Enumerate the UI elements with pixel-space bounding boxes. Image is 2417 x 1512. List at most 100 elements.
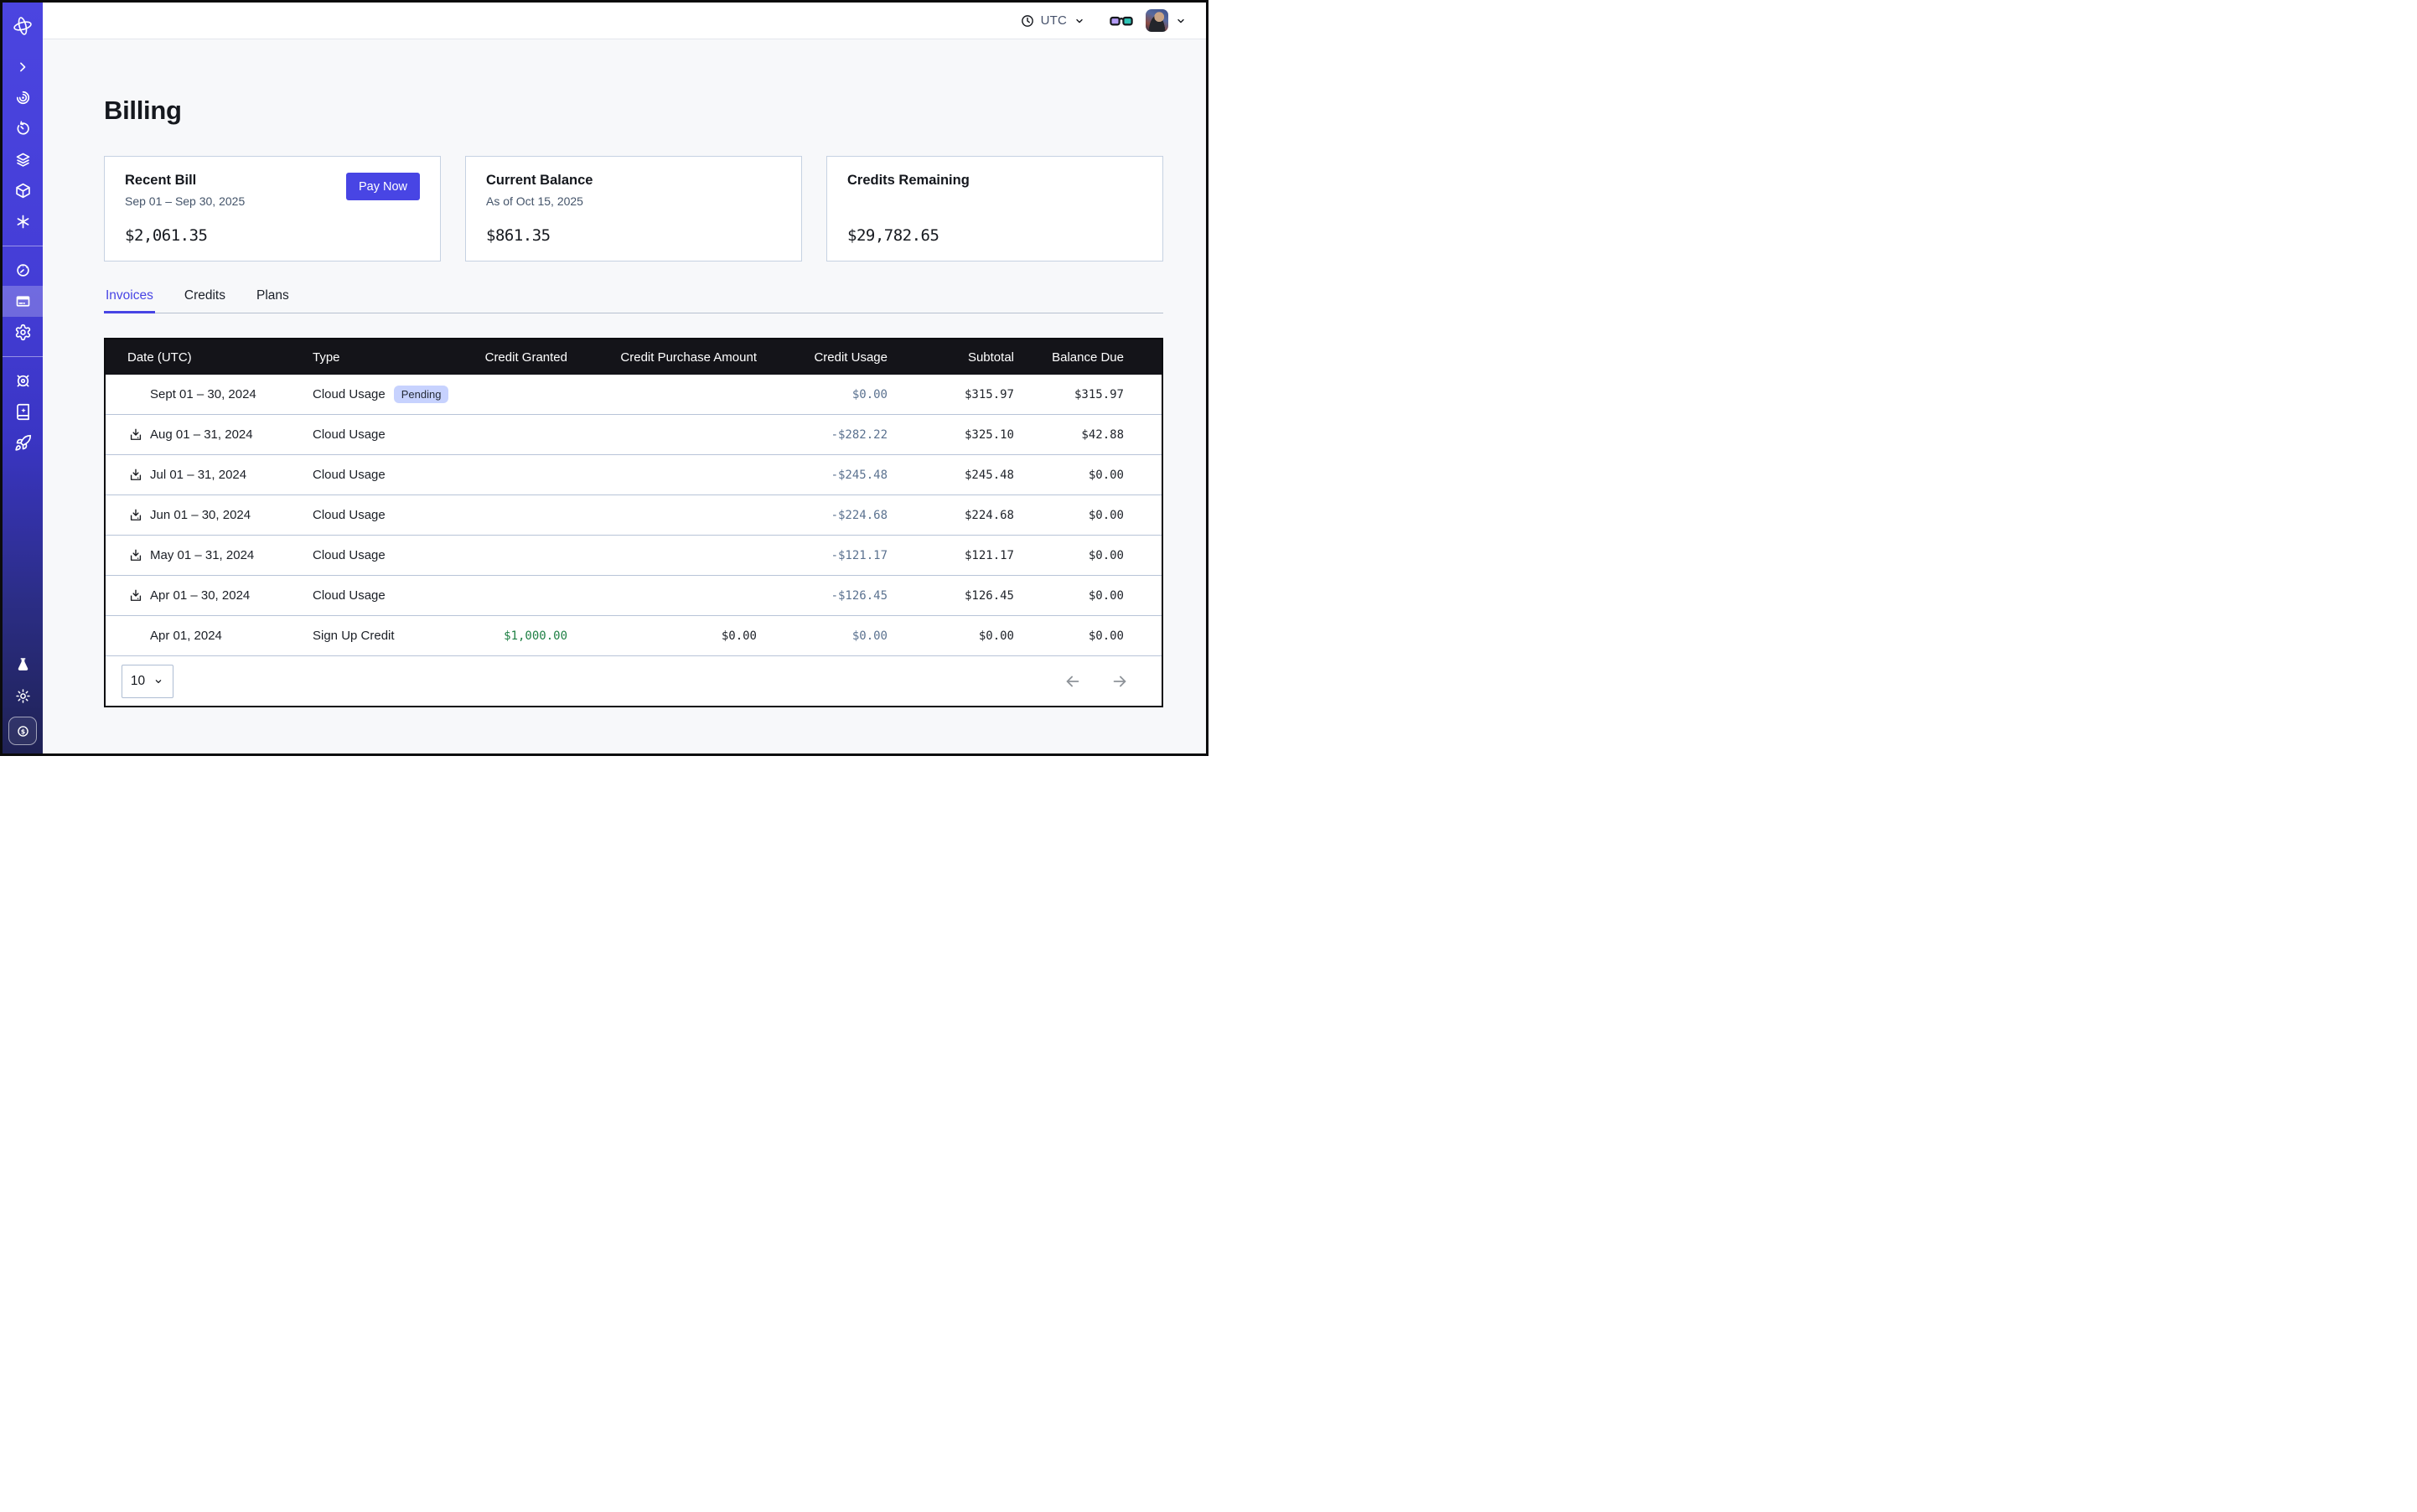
previous-page-button[interactable] xyxy=(1064,672,1082,691)
invoice-date: May 01 – 31, 2024 xyxy=(150,548,254,562)
gauge-icon[interactable] xyxy=(3,255,43,286)
credit-usage-value: $0.00 xyxy=(757,388,888,401)
column-header-balance-due: Balance Due xyxy=(1014,350,1124,365)
next-page-button[interactable] xyxy=(1110,672,1129,691)
column-header-date: Date (UTC) xyxy=(106,350,313,365)
download-invoice-button[interactable] xyxy=(127,427,143,443)
credit-usage-value: -$126.45 xyxy=(757,589,888,603)
balance-due-value: $0.00 xyxy=(1014,629,1124,643)
balance-due-value: $42.88 xyxy=(1014,428,1124,442)
table-row: Jun 01 – 30, 2024 Cloud Usage -$224.68 $… xyxy=(106,495,1162,536)
orbit-logo-icon[interactable] xyxy=(3,8,43,44)
gear-icon[interactable] xyxy=(3,317,43,348)
invoice-date: Jul 01 – 31, 2024 xyxy=(150,468,246,482)
credit-granted-value: $1,000.00 xyxy=(484,629,567,643)
subtotal-value: $315.97 xyxy=(888,388,1014,401)
chevron-right-icon[interactable] xyxy=(3,51,43,82)
current-balance-amount: $861.35 xyxy=(486,226,781,245)
timezone-label: UTC xyxy=(1041,13,1067,28)
table-row: May 01 – 31, 2024 Cloud Usage -$121.17 $… xyxy=(106,536,1162,576)
balance-due-value: $0.00 xyxy=(1014,549,1124,562)
credit-usage-value: -$282.22 xyxy=(757,428,888,442)
recent-bill-amount: $2,061.35 xyxy=(125,226,420,245)
download-invoice-button[interactable] xyxy=(127,467,143,483)
subtotal-value: $224.68 xyxy=(888,509,1014,522)
download-invoice-button[interactable] xyxy=(127,588,143,603)
app-window: $ UTC Billin xyxy=(0,0,1208,756)
recent-bill-card: Recent Bill Sep 01 – Sep 30, 2025 $2,061… xyxy=(104,156,441,261)
table-row: Apr 01 – 30, 2024 Cloud Usage -$126.45 $… xyxy=(106,576,1162,616)
invoice-type: Sign Up Credit xyxy=(313,629,395,643)
subtotal-value: $325.10 xyxy=(888,428,1014,442)
invoice-type: Cloud Usage xyxy=(313,548,386,562)
tab-credits[interactable]: Credits xyxy=(183,288,227,313)
table-footer: 10 xyxy=(106,656,1162,706)
helm-wheel-icon[interactable] xyxy=(3,365,43,396)
layers-icon[interactable] xyxy=(3,144,43,175)
tab-strip: Invoices Credits Plans xyxy=(104,288,1163,313)
sidebar-item-billing[interactable] xyxy=(3,286,43,317)
invoice-type: Cloud Usage xyxy=(313,588,386,603)
table-row: Aug 01 – 31, 2024 Cloud Usage -$282.22 $… xyxy=(106,415,1162,455)
download-invoice-button[interactable] xyxy=(127,507,143,523)
card-title: Current Balance xyxy=(486,173,781,189)
subtotal-value: $0.00 xyxy=(888,629,1014,643)
card-title: Credits Remaining xyxy=(847,173,1142,189)
table-header: Date (UTC) Type Credit Granted Credit Pu… xyxy=(106,339,1162,375)
column-header-type: Type xyxy=(313,350,484,365)
summary-cards: Recent Bill Sep 01 – Sep 30, 2025 $2,061… xyxy=(104,156,1163,261)
dollar-badge-icon[interactable]: $ xyxy=(8,717,37,745)
table-body: Sept 01 – 30, 2024 Cloud Usage Pending $… xyxy=(106,375,1162,656)
topbar: UTC xyxy=(43,3,1206,39)
column-header-credit-usage: Credit Usage xyxy=(757,350,888,365)
invoice-date: Apr 01 – 30, 2024 xyxy=(150,588,250,603)
balance-due-value: $0.00 xyxy=(1014,509,1124,522)
rocket-icon[interactable] xyxy=(3,427,43,458)
table-row: Jul 01 – 31, 2024 Cloud Usage -$245.48 $… xyxy=(106,455,1162,495)
download-invoice-button[interactable] xyxy=(127,547,143,563)
avatar[interactable] xyxy=(1146,9,1168,32)
spiral-eye-icon[interactable] xyxy=(3,82,43,113)
status-badge: Pending xyxy=(394,386,449,403)
credit-usage-value: -$245.48 xyxy=(757,469,888,482)
credit-purchase-value: $0.00 xyxy=(567,629,757,643)
card-subtitle xyxy=(847,194,1142,209)
glasses-icon[interactable] xyxy=(1110,13,1133,29)
sun-icon[interactable] xyxy=(3,681,43,712)
cube-icon[interactable] xyxy=(3,175,43,206)
invoice-date: Jun 01 – 30, 2024 xyxy=(150,508,251,522)
card-subtitle: As of Oct 15, 2025 xyxy=(486,194,781,209)
credits-remaining-amount: $29,782.65 xyxy=(847,226,1142,245)
invoice-date: Aug 01 – 31, 2024 xyxy=(150,427,253,442)
clock-icon xyxy=(1020,13,1035,28)
invoice-type: Cloud Usage xyxy=(313,468,386,482)
page-size-value: 10 xyxy=(131,674,145,689)
chevron-down-icon[interactable] xyxy=(1174,14,1188,28)
chevron-down-icon xyxy=(1073,14,1086,28)
timezone-selector[interactable]: UTC xyxy=(1020,13,1086,28)
invoice-date: Sept 01 – 30, 2024 xyxy=(150,387,256,401)
credit-usage-value: -$121.17 xyxy=(757,549,888,562)
flask-icon[interactable] xyxy=(3,650,43,681)
invoice-type: Cloud Usage xyxy=(313,508,386,522)
tab-plans[interactable]: Plans xyxy=(255,288,291,313)
column-header-subtotal: Subtotal xyxy=(888,350,1014,365)
invoice-date: Apr 01, 2024 xyxy=(150,629,222,643)
page-title: Billing xyxy=(104,96,1206,126)
page-size-select[interactable]: 10 xyxy=(122,665,173,698)
table-row: Apr 01, 2024 Sign Up Credit $1,000.00 $0… xyxy=(106,616,1162,656)
sidebar: $ xyxy=(3,3,43,753)
tab-invoices[interactable]: Invoices xyxy=(104,288,155,313)
current-balance-card: Current Balance As of Oct 15, 2025 $861.… xyxy=(465,156,802,261)
credit-usage-value: -$224.68 xyxy=(757,509,888,522)
svg-text:$: $ xyxy=(20,728,25,735)
sidebar-divider xyxy=(3,356,43,357)
credits-remaining-card: Credits Remaining $29,782.65 xyxy=(826,156,1163,261)
subtotal-value: $126.45 xyxy=(888,589,1014,603)
column-header-credit-granted: Credit Granted xyxy=(484,350,567,365)
balance-due-value: $0.00 xyxy=(1014,469,1124,482)
pay-now-button[interactable]: Pay Now xyxy=(346,173,420,200)
asterisk-icon[interactable] xyxy=(3,206,43,237)
history-timer-icon[interactable] xyxy=(3,113,43,144)
book-sparkle-icon[interactable] xyxy=(3,396,43,427)
